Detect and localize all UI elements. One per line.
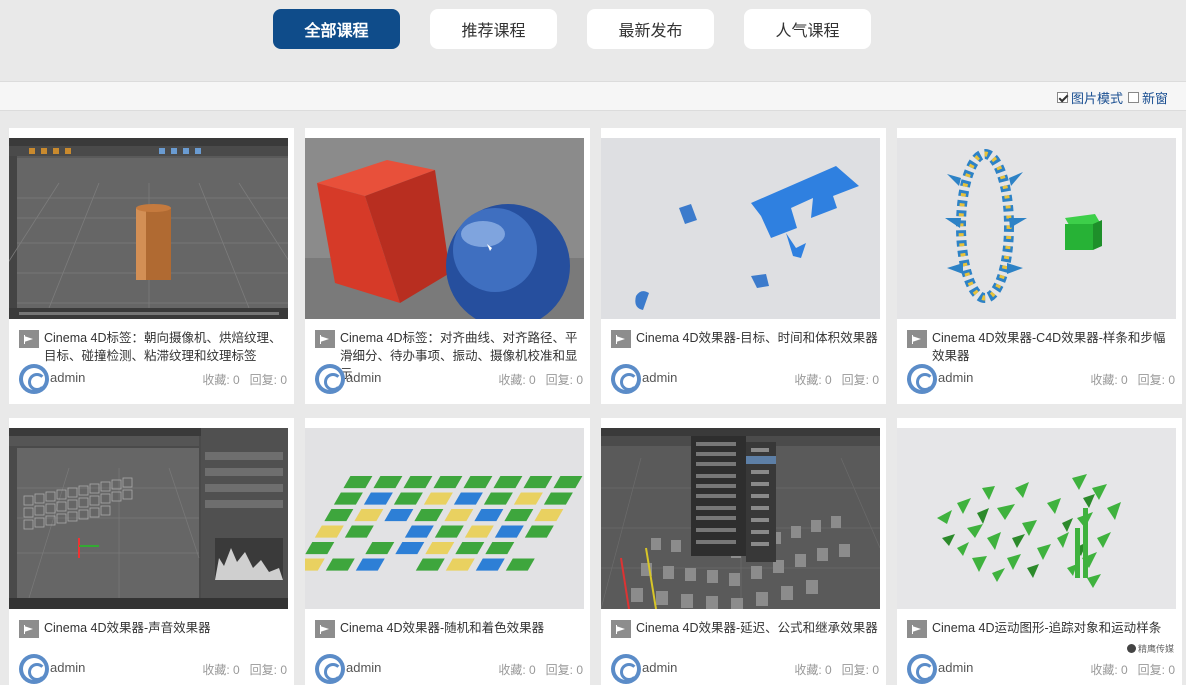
replies-count: 回复: 0 <box>545 373 583 387</box>
course-thumbnail[interactable] <box>897 428 1176 609</box>
course-thumbnail[interactable] <box>9 428 288 609</box>
video-type-icon <box>315 620 335 638</box>
avatar[interactable] <box>611 654 641 684</box>
watermark: 精鹰传媒 <box>1127 642 1174 655</box>
course-card: Cinema 4D效果器-目标、时间和体积效果器 admin 收藏: 0 回复: … <box>601 128 886 404</box>
video-type-icon <box>19 620 39 638</box>
favorites-count: 收藏: 0 <box>794 373 832 387</box>
course-title-row: Cinema 4D效果器-声音效果器 <box>19 619 287 659</box>
course-author[interactable]: admin <box>642 370 677 385</box>
course-thumbnail[interactable] <box>601 428 880 609</box>
favorites-count: 收藏: 0 <box>202 663 240 677</box>
course-title-row: Cinema 4D效果器-延迟、公式和继承效果器 <box>611 619 879 659</box>
avatar[interactable] <box>315 654 345 684</box>
tab-popular-courses[interactable]: 人气课程 <box>744 9 871 49</box>
course-card: Cinema 4D效果器-随机和着色效果器 admin 收藏: 0 回复: 0 <box>305 418 590 685</box>
replies-count: 回复: 0 <box>1137 663 1175 677</box>
course-meta: admin 收藏: 0 回复: 0 <box>611 654 879 684</box>
course-author[interactable]: admin <box>938 660 973 675</box>
watermark-logo-icon <box>1127 644 1136 653</box>
course-meta: admin 收藏: 0 回复: 0 <box>315 364 583 394</box>
video-type-icon <box>315 330 335 348</box>
course-card: Cinema 4D标签：对齐曲线、对齐路径、平滑细分、待办事项、振动、摄像机校准… <box>305 128 590 404</box>
favorites-count: 收藏: 0 <box>498 663 536 677</box>
course-meta: admin 收藏: 0 回复: 0 <box>19 654 287 684</box>
course-meta: admin 收藏: 0 回复: 0 <box>611 364 879 394</box>
favorites-count: 收藏: 0 <box>202 373 240 387</box>
course-title[interactable]: Cinema 4D效果器-声音效果器 <box>44 619 288 637</box>
course-stats: 收藏: 0 回复: 0 <box>498 661 583 678</box>
view-options-bar: 图片模式 新窗 <box>0 81 1186 111</box>
favorites-count: 收藏: 0 <box>1090 373 1128 387</box>
avatar[interactable] <box>315 364 345 394</box>
course-thumbnail[interactable] <box>305 138 584 319</box>
watermark-text: 精鹰传媒 <box>1138 644 1175 654</box>
course-card: Cinema 4D效果器-C4D效果器-样条和步幅效果器 admin 收藏: 0… <box>897 128 1182 404</box>
course-stats: 收藏: 0 回复: 0 <box>1090 371 1175 388</box>
replies-count: 回复: 0 <box>249 373 287 387</box>
replies-count: 回复: 0 <box>249 663 287 677</box>
course-title[interactable]: Cinema 4D效果器-延迟、公式和继承效果器 <box>636 619 880 637</box>
course-meta: admin 收藏: 0 回复: 0 <box>19 364 287 394</box>
course-author[interactable]: admin <box>346 370 381 385</box>
replies-count: 回复: 0 <box>545 663 583 677</box>
course-title-row: Cinema 4D效果器-C4D效果器-样条和步幅效果器 <box>907 329 1175 369</box>
course-author[interactable]: admin <box>642 660 677 675</box>
course-title-row: Cinema 4D标签：对齐曲线、对齐路径、平滑细分、待办事项、振动、摄像机校准… <box>315 329 583 381</box>
course-meta: admin 收藏: 0 回复: 0 <box>907 654 1175 684</box>
tab-recommended-courses[interactable]: 推荐课程 <box>430 9 557 49</box>
course-title[interactable]: Cinema 4D效果器-随机和着色效果器 <box>340 619 584 637</box>
replies-count: 回复: 0 <box>841 373 879 387</box>
course-stats: 收藏: 0 回复: 0 <box>202 661 287 678</box>
video-type-icon <box>611 330 631 348</box>
course-title[interactable]: Cinema 4D效果器-目标、时间和体积效果器 <box>636 329 880 347</box>
favorites-count: 收藏: 0 <box>1090 663 1128 677</box>
course-title-row: Cinema 4D效果器-目标、时间和体积效果器 <box>611 329 879 369</box>
course-stats: 收藏: 0 回复: 0 <box>794 661 879 678</box>
new-window-label[interactable]: 新窗 <box>1142 88 1168 107</box>
video-type-icon <box>907 330 927 348</box>
avatar[interactable] <box>907 654 937 684</box>
course-thumbnail[interactable] <box>9 138 288 319</box>
course-card: Cinema 4D标签：朝向摄像机、烘焙纹理、目标、碰撞检测、粘滞纹理和纹理标签… <box>9 128 294 404</box>
course-card: Cinema 4D效果器-声音效果器 admin 收藏: 0 回复: 0 <box>9 418 294 685</box>
course-stats: 收藏: 0 回复: 0 <box>794 371 879 388</box>
course-meta: admin 收藏: 0 回复: 0 <box>907 364 1175 394</box>
tab-latest-courses[interactable]: 最新发布 <box>587 9 714 49</box>
course-title[interactable]: Cinema 4D运动图形-追踪对象和运动样条 <box>932 619 1176 637</box>
course-author[interactable]: admin <box>346 660 381 675</box>
avatar[interactable] <box>19 654 49 684</box>
avatar[interactable] <box>611 364 641 394</box>
favorites-count: 收藏: 0 <box>498 373 536 387</box>
new-window-checkbox[interactable] <box>1127 92 1139 103</box>
favorites-count: 收藏: 0 <box>794 663 832 677</box>
course-thumbnail[interactable] <box>897 138 1176 319</box>
avatar[interactable] <box>907 364 937 394</box>
course-meta: admin 收藏: 0 回复: 0 <box>315 654 583 684</box>
course-stats: 收藏: 0 回复: 0 <box>202 371 287 388</box>
video-type-icon <box>19 330 39 348</box>
course-title-row: Cinema 4D标签：朝向摄像机、烘焙纹理、目标、碰撞检测、粘滞纹理和纹理标签 <box>19 329 287 369</box>
course-thumbnail[interactable] <box>601 138 880 319</box>
image-mode-label[interactable]: 图片模式 <box>1071 88 1123 107</box>
image-mode-checkbox[interactable] <box>1056 92 1068 103</box>
course-title[interactable]: Cinema 4D标签：朝向摄像机、烘焙纹理、目标、碰撞检测、粘滞纹理和纹理标签 <box>44 329 288 365</box>
video-type-icon <box>611 620 631 638</box>
course-author[interactable]: admin <box>50 660 85 675</box>
course-title[interactable]: Cinema 4D效果器-C4D效果器-样条和步幅效果器 <box>932 329 1176 365</box>
course-card: Cinema 4D效果器-延迟、公式和继承效果器 admin 收藏: 0 回复: … <box>601 418 886 685</box>
course-stats: 收藏: 0 回复: 0 <box>498 371 583 388</box>
replies-count: 回复: 0 <box>841 663 879 677</box>
video-type-icon <box>907 620 927 638</box>
avatar[interactable] <box>19 364 49 394</box>
course-thumbnail[interactable] <box>305 428 584 609</box>
course-author[interactable]: admin <box>50 370 85 385</box>
tab-all-courses[interactable]: 全部课程 <box>273 9 400 49</box>
course-stats: 收藏: 0 回复: 0 <box>1090 661 1175 678</box>
replies-count: 回复: 0 <box>1137 373 1175 387</box>
view-options: 图片模式 新窗 <box>1055 88 1168 107</box>
course-author[interactable]: admin <box>938 370 973 385</box>
course-title-row: Cinema 4D效果器-随机和着色效果器 <box>315 619 583 659</box>
